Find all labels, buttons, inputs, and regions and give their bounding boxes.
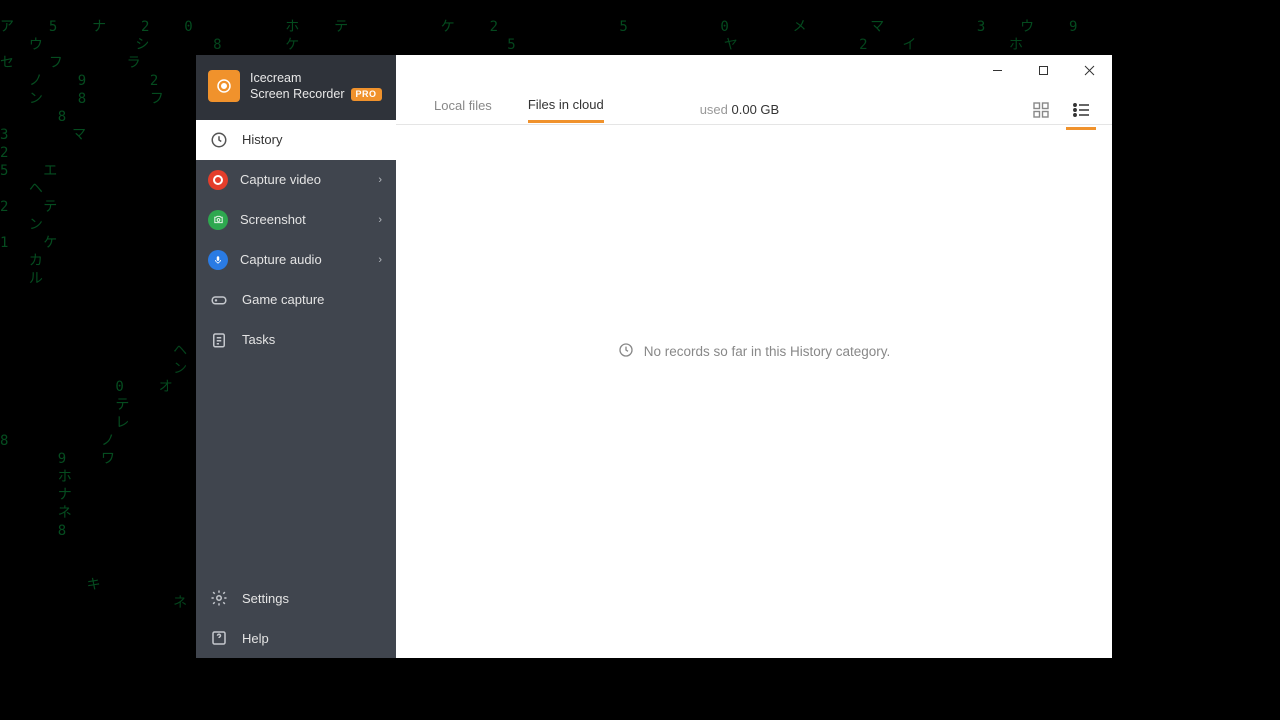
pro-badge: PRO — [351, 88, 382, 102]
sidebar-item-help[interactable]: Help — [196, 618, 396, 658]
sidebar-item-label: Help — [242, 631, 269, 646]
maximize-button[interactable] — [1020, 55, 1066, 85]
tab-local-files[interactable]: Local files — [434, 98, 492, 121]
main-panel: Local files Files in cloud used 0.00 GB … — [396, 55, 1112, 658]
sidebar-item-label: Capture audio — [240, 252, 322, 267]
sidebar-item-tasks[interactable]: Tasks — [196, 320, 396, 360]
list-view-button[interactable] — [1070, 99, 1092, 121]
storage-indicator: used 0.00 GB — [700, 102, 780, 117]
storage-label: used — [700, 102, 728, 117]
empty-message: No records so far in this History catego… — [644, 344, 891, 359]
tabs-bar: Local files Files in cloud used 0.00 GB — [396, 95, 1112, 125]
sidebar-item-label: Screenshot — [240, 212, 306, 227]
close-button[interactable] — [1066, 55, 1112, 85]
sidebar-item-label: Game capture — [242, 292, 324, 307]
empty-state: No records so far in this History catego… — [396, 125, 1112, 658]
chevron-right-icon: › — [378, 254, 382, 266]
gear-icon — [210, 589, 228, 607]
app-window: Icecream Screen Recorder PRO History Cap… — [196, 55, 1112, 658]
brand-line2: Screen Recorder — [250, 86, 345, 102]
brand-line1: Icecream — [250, 70, 382, 86]
sidebar-item-label: History — [242, 132, 282, 147]
tasks-icon — [210, 331, 228, 349]
brand-header: Icecream Screen Recorder PRO — [196, 55, 396, 120]
chevron-right-icon: › — [378, 174, 382, 186]
chevron-right-icon: › — [378, 214, 382, 226]
app-logo-icon — [208, 70, 240, 102]
sidebar-item-capture-audio[interactable]: Capture audio › — [196, 240, 396, 280]
sidebar-item-label: Settings — [242, 591, 289, 606]
help-icon — [210, 629, 228, 647]
tab-files-in-cloud[interactable]: Files in cloud — [528, 97, 604, 123]
record-icon — [208, 170, 228, 190]
brand-text: Icecream Screen Recorder PRO — [250, 70, 382, 103]
clock-icon — [210, 131, 228, 149]
sidebar-item-label: Tasks — [242, 332, 275, 347]
sidebar-item-settings[interactable]: Settings — [196, 578, 396, 618]
storage-value: 0.00 GB — [732, 102, 780, 117]
camera-icon — [208, 210, 228, 230]
microphone-icon — [208, 250, 228, 270]
sidebar-item-history[interactable]: History — [196, 120, 396, 160]
minimize-button[interactable] — [974, 55, 1020, 85]
sidebar: Icecream Screen Recorder PRO History Cap… — [196, 55, 396, 658]
sidebar-item-screenshot[interactable]: Screenshot › — [196, 200, 396, 240]
sidebar-item-game-capture[interactable]: Game capture — [196, 280, 396, 320]
grid-view-button[interactable] — [1030, 99, 1052, 121]
sidebar-item-label: Capture video — [240, 172, 321, 187]
sidebar-item-capture-video[interactable]: Capture video › — [196, 160, 396, 200]
titlebar — [396, 55, 1112, 95]
info-icon — [618, 342, 634, 361]
gamepad-icon — [210, 291, 228, 309]
